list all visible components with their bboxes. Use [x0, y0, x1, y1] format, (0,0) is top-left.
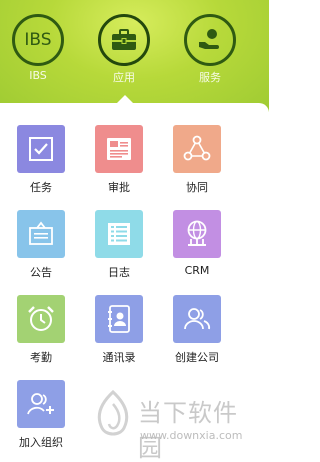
ibs-icon-text: IBS [24, 30, 52, 50]
watermark-logo-icon [97, 390, 129, 436]
attendance-clock-icon [17, 295, 65, 343]
contacts-book-icon [95, 295, 143, 343]
app-join-organization[interactable]: 加入组织 [11, 380, 71, 450]
app-create-company[interactable]: 创建公司 [167, 295, 227, 365]
ibs-icon: IBS [12, 14, 64, 66]
header-item-ibs[interactable]: IBS IBS [8, 14, 68, 82]
app-label: 日志 [108, 266, 130, 279]
watermark-text: 当下软件园 [138, 399, 238, 462]
service-person-icon [184, 14, 236, 66]
briefcase-icon [98, 14, 150, 66]
header-item-label: 服务 [199, 71, 221, 84]
app-contacts[interactable]: 通讯录 [89, 295, 149, 365]
watermark-url: www.downxia.com [140, 429, 243, 442]
approval-document-icon [95, 125, 143, 173]
app-label: 加入组织 [19, 436, 63, 449]
header-item-label: IBS [29, 69, 47, 82]
header-item-label: 应用 [113, 71, 135, 84]
watermark: 当下软件园 www.downxia.com [90, 385, 260, 462]
crm-globe-icon [173, 210, 221, 258]
app-collaboration[interactable]: 协同 [167, 125, 227, 195]
app-label: 公告 [30, 266, 52, 279]
app-label: 审批 [108, 181, 130, 194]
app-announcement[interactable]: 公告 [11, 210, 71, 280]
app-task[interactable]: 任务 [11, 125, 71, 195]
header-item-apps[interactable]: 应用 [94, 14, 154, 85]
app-label: 创建公司 [175, 351, 219, 364]
app-log[interactable]: 日志 [89, 210, 149, 280]
app-attendance[interactable]: 考勤 [11, 295, 71, 365]
app-label: 考勤 [30, 351, 52, 364]
app-label: 协同 [186, 181, 208, 194]
app-label: 任务 [30, 181, 52, 194]
announcement-icon [17, 210, 65, 258]
collaboration-share-icon [173, 125, 221, 173]
app-approval[interactable]: 审批 [89, 125, 149, 195]
log-list-icon [95, 210, 143, 258]
app-label: 通讯录 [102, 351, 136, 364]
header-item-service[interactable]: 服务 [180, 14, 240, 85]
app-header: IBS IBS 应用 服务 [0, 0, 269, 112]
task-checkbox-icon [17, 125, 65, 173]
join-organization-icon [17, 380, 65, 428]
app-crm[interactable]: CRM [167, 210, 227, 277]
app-label: CRM [184, 264, 210, 277]
create-company-people-icon [173, 295, 221, 343]
